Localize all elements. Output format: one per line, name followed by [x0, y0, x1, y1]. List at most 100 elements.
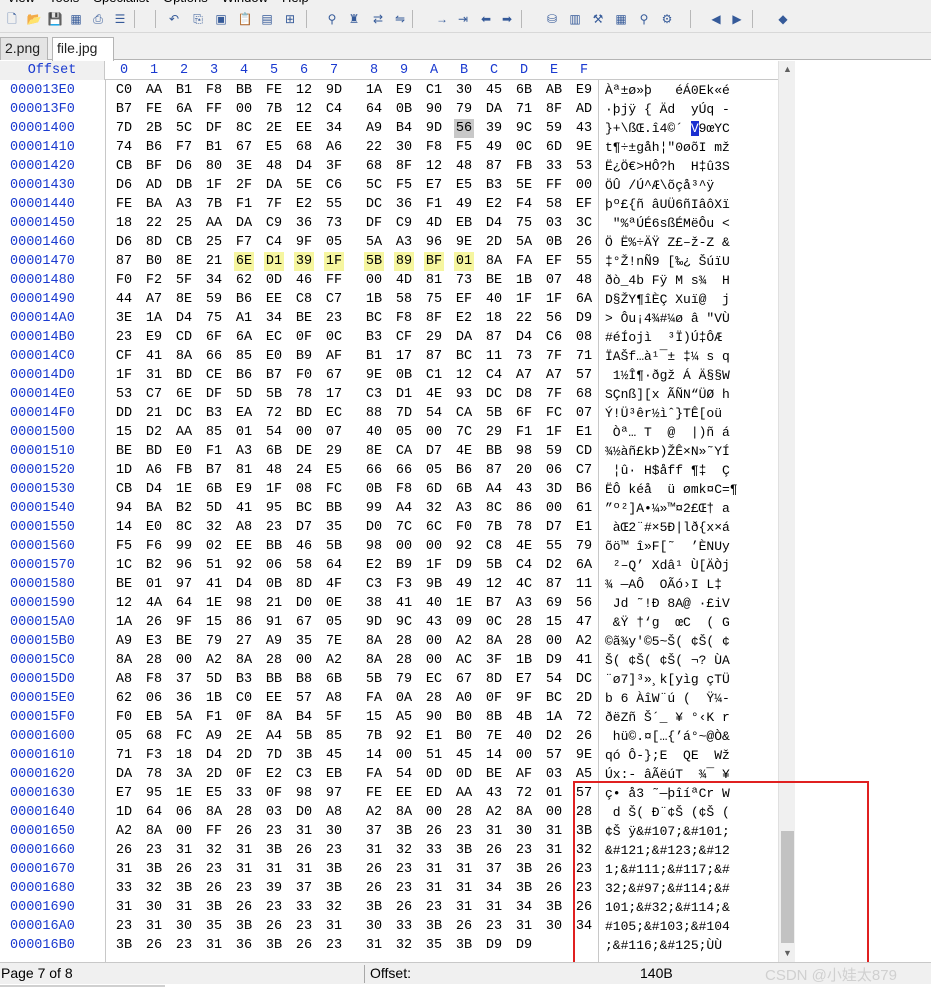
text-preview[interactable]: "%ªÚÉ6sßÉMëÔu < [605, 214, 730, 233]
hex-byte[interactable]: 51 [204, 556, 224, 575]
hex-byte[interactable]: 26 [544, 879, 564, 898]
hex-byte[interactable]: 87 [544, 575, 564, 594]
hex-byte[interactable]: 4E [514, 537, 534, 556]
hex-byte[interactable]: 40 [424, 594, 444, 613]
hex-byte[interactable]: BA [144, 499, 164, 518]
hex-byte[interactable]: 34 [204, 271, 224, 290]
hex-byte[interactable]: 06 [144, 689, 164, 708]
hex-byte[interactable]: 72 [514, 784, 534, 803]
hex-byte[interactable]: AC [454, 651, 474, 670]
text-preview[interactable]: }+\ßŒ.î4©´ V9œYC [605, 119, 730, 138]
hex-byte[interactable]: DE [294, 442, 314, 461]
hex-byte[interactable]: BC [544, 689, 564, 708]
hex-byte[interactable]: C9 [264, 214, 284, 233]
scroll-down-icon[interactable]: ▼ [779, 945, 796, 962]
hex-byte[interactable]: 6E [234, 252, 254, 271]
hex-byte[interactable]: 98 [514, 442, 534, 461]
vertical-scrollbar[interactable]: ▲ ▼ [778, 61, 795, 962]
hex-byte[interactable]: BE [294, 309, 314, 328]
hex-byte[interactable]: 31 [204, 936, 224, 955]
hex-byte[interactable]: 5B [324, 537, 344, 556]
hex-byte[interactable]: AD [574, 100, 594, 119]
hex-byte[interactable]: E9 [234, 480, 254, 499]
hex-byte[interactable]: FE [144, 100, 164, 119]
hex-byte[interactable]: B6 [574, 480, 594, 499]
hex-byte[interactable]: F7 [234, 233, 254, 252]
hex-byte[interactable]: 7F [544, 385, 564, 404]
hex-byte[interactable]: FA [364, 765, 384, 784]
hex-byte[interactable]: 34 [484, 879, 504, 898]
hex-byte[interactable]: 8E [364, 442, 384, 461]
hex-byte[interactable]: 5E [294, 176, 314, 195]
hex-byte[interactable]: 33 [234, 784, 254, 803]
scroll-thumb[interactable] [781, 831, 794, 943]
hex-byte[interactable]: 43 [514, 480, 534, 499]
hex-byte[interactable]: D4 [234, 575, 254, 594]
previous-icon[interactable]: ◀ [708, 11, 724, 27]
hex-byte[interactable]: 8A [114, 651, 134, 670]
hex-byte[interactable]: FB [514, 157, 534, 176]
hex-byte[interactable]: F0 [114, 271, 134, 290]
text-preview[interactable]: Ý!Ü³êr½ìˆ}TÊ[oü [605, 404, 730, 423]
hex-byte[interactable]: 7D [114, 119, 134, 138]
hex-byte[interactable]: A3 [454, 499, 474, 518]
hex-byte[interactable]: 26 [574, 727, 594, 746]
hex-byte[interactable]: E2 [484, 195, 504, 214]
hex-byte[interactable]: E9 [144, 328, 164, 347]
hex-byte[interactable]: 01 [144, 575, 164, 594]
hex-byte[interactable]: CF [394, 328, 414, 347]
hex-byte[interactable]: B4 [294, 708, 314, 727]
hex-byte[interactable]: 31 [324, 917, 344, 936]
hex-byte[interactable]: 7D [264, 746, 284, 765]
hex-byte[interactable]: B4 [394, 119, 414, 138]
hex-byte[interactable]: B7 [264, 366, 284, 385]
hex-byte[interactable]: 23 [324, 309, 344, 328]
hex-byte[interactable]: 35 [324, 518, 344, 537]
hex-byte[interactable]: 6B [514, 81, 534, 100]
hex-byte[interactable]: A8 [324, 803, 344, 822]
hex-byte[interactable]: 00 [544, 632, 564, 651]
hex-byte[interactable]: 8F [544, 100, 564, 119]
copy-block-icon[interactable]: ▣ [213, 11, 229, 27]
text-preview[interactable]: ðò_4b Fÿ M s¾ H [605, 271, 730, 290]
text-preview[interactable]: Š( ¢Š( ¢Š( ¬? ÙA [605, 651, 730, 670]
hex-byte[interactable]: F8 [424, 138, 444, 157]
hex-byte[interactable]: D7 [424, 442, 444, 461]
hex-byte[interactable]: 9D [364, 613, 384, 632]
hex-byte[interactable]: 1B [514, 271, 534, 290]
hex-byte[interactable]: 1F [204, 176, 224, 195]
hex-byte[interactable]: A2 [484, 803, 504, 822]
hex-byte[interactable]: 17 [324, 385, 344, 404]
hex-byte[interactable]: 45 [454, 746, 474, 765]
hex-byte[interactable]: A7 [544, 366, 564, 385]
hex-byte[interactable]: 23 [204, 860, 224, 879]
hex-byte[interactable]: 6A [174, 100, 194, 119]
hex-byte[interactable]: 23 [394, 860, 414, 879]
hex-byte[interactable]: 0A [394, 689, 414, 708]
tab-2-png[interactable]: 2.png [0, 37, 48, 60]
hex-byte[interactable]: 67 [324, 366, 344, 385]
hex-byte[interactable]: 3B [514, 860, 534, 879]
hex-byte[interactable]: 22 [364, 138, 384, 157]
hex-byte[interactable]: E1 [574, 518, 594, 537]
hex-byte[interactable]: 12 [294, 81, 314, 100]
hex-byte[interactable]: 68 [144, 727, 164, 746]
hex-byte[interactable]: C3 [294, 765, 314, 784]
hex-byte[interactable]: 31 [234, 860, 254, 879]
hex-byte[interactable]: 23 [394, 879, 414, 898]
hex-byte[interactable]: 1A [364, 81, 384, 100]
hex-byte[interactable]: F3 [144, 746, 164, 765]
open-file-icon[interactable]: 📂 [26, 11, 42, 27]
hex-byte[interactable]: 4E [454, 442, 474, 461]
hex-byte[interactable]: 28 [394, 651, 414, 670]
hex-byte[interactable]: 7E [324, 632, 344, 651]
hex-byte[interactable]: 32 [394, 841, 414, 860]
hex-byte[interactable]: BB [484, 442, 504, 461]
hex-byte[interactable]: 3B [204, 898, 224, 917]
hex-byte[interactable]: C6 [544, 328, 564, 347]
hex-byte[interactable]: 81 [234, 461, 254, 480]
hex-byte[interactable]: F1 [424, 195, 444, 214]
hex-byte[interactable]: 9E [454, 233, 474, 252]
hex-byte[interactable]: D4 [144, 480, 164, 499]
hex-byte[interactable]: 0C [484, 613, 504, 632]
